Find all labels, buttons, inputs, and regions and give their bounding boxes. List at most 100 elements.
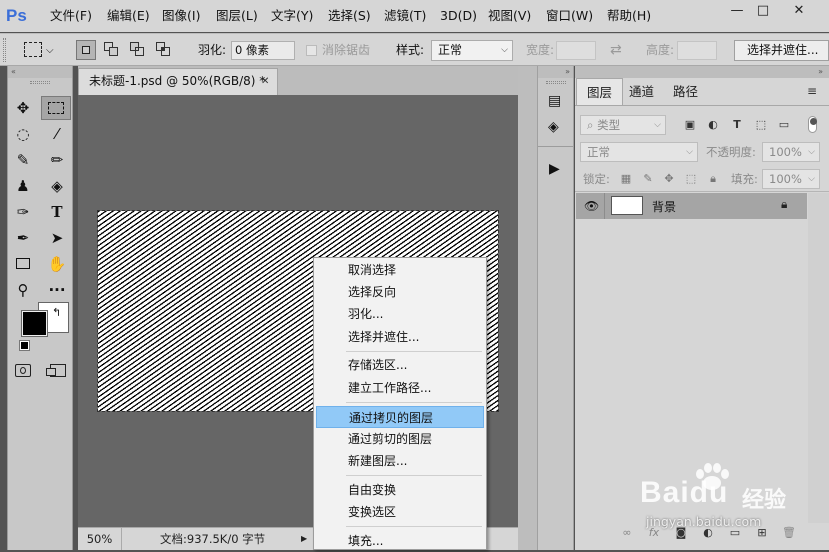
menu-item-transform-selection[interactable]: 变换选区 [316, 501, 484, 523]
smart-object-filter-icon[interactable]: ▭ [777, 118, 791, 132]
zoom-level[interactable]: 50% [78, 528, 122, 550]
brush-icon[interactable]: ✏ [46, 149, 68, 171]
options-grip [3, 38, 6, 62]
new-selection-icon[interactable] [76, 40, 96, 60]
menu-type[interactable]: 文字(Y) [271, 0, 313, 32]
adjustment-filter-icon[interactable]: ◐ [706, 118, 720, 132]
move-icon[interactable]: ✥ [12, 97, 34, 119]
feather-input[interactable]: 0 像素 [231, 41, 295, 60]
menu-item-feather[interactable]: 羽化... [316, 303, 484, 325]
screen-mode-icon[interactable] [46, 364, 66, 377]
history-brush-icon[interactable]: ✑ [12, 201, 34, 223]
stamp-icon[interactable]: ♟ [12, 175, 34, 197]
baidu-watermark: Baidu 经验 jingyan.baidu.com [640, 462, 820, 536]
layer-thumbnail [611, 196, 643, 215]
chevron-down-icon[interactable]: ⌵ [46, 34, 54, 67]
pen-icon[interactable]: ✒ [12, 227, 34, 249]
search-icon: ⌕ [587, 118, 594, 132]
rectangle-icon[interactable] [12, 253, 34, 275]
menu-select[interactable]: 选择(S) [328, 0, 371, 32]
marquee-preset-icon[interactable] [24, 42, 42, 57]
menu-item-new-layer[interactable]: 新建图层... [316, 450, 484, 472]
lock-pixels-icon[interactable]: ✎ [641, 172, 655, 186]
collapse-icon[interactable]: » [538, 66, 573, 78]
blend-mode-select[interactable]: 正常 ⌵ [580, 142, 698, 162]
actions-play-icon[interactable]: ▶ [549, 161, 560, 177]
tab-layers[interactable]: 图层 [576, 78, 624, 105]
lasso-icon[interactable]: ◌ [12, 123, 34, 145]
magic-wand-icon[interactable]: ⁄ [46, 123, 68, 145]
foreground-color-swatch[interactable] [21, 310, 48, 337]
select-and-mask-button[interactable]: 选择并遮住... [734, 40, 829, 61]
marquee-icon[interactable] [41, 96, 71, 120]
quick-mask-icon[interactable] [15, 364, 31, 377]
lock-position-icon[interactable]: ✥ [662, 172, 676, 186]
document-tab[interactable]: 未标题-1.psd @ 50%(RGB/8) * ✕ [78, 68, 278, 95]
menu-filter[interactable]: 滤镜(T) [384, 0, 426, 32]
menu-separator [346, 402, 482, 403]
close-button[interactable]: ✕ [784, 0, 814, 22]
layer-row-background[interactable]: 👁︎ 背景 🔒︎ [576, 193, 807, 219]
menu-item-free-transform[interactable]: 自由变换 [316, 479, 484, 501]
panel-menu-icon[interactable]: ≡ [807, 84, 817, 98]
menu-view[interactable]: 视图(V) [488, 0, 531, 32]
layer-filter-select[interactable]: ⌕ 类型 ⌵ [580, 115, 666, 135]
menu-item-select-and-mask[interactable]: 选择并遮住... [316, 326, 484, 348]
subtract-selection-icon[interactable] [128, 40, 148, 60]
canvas-scrollbar[interactable] [518, 66, 537, 550]
default-colors-icon[interactable] [19, 340, 30, 351]
menu-edit[interactable]: 编辑(E) [107, 0, 150, 32]
chevron-down-icon: ⌵ [501, 45, 508, 55]
maximize-button[interactable]: □ [748, 0, 778, 22]
layer-name[interactable]: 背景 [652, 198, 676, 215]
intersect-selection-icon[interactable] [154, 40, 174, 60]
watermark-url: jingyan.baidu.com [646, 514, 762, 529]
add-selection-icon[interactable] [102, 40, 122, 60]
menu-window[interactable]: 窗口(W) [546, 0, 593, 32]
lock-transparent-icon[interactable]: ▦ [619, 172, 633, 186]
lock-artboard-icon[interactable]: ⬚ [684, 172, 698, 186]
style-select[interactable]: 正常 ⌵ [431, 40, 513, 61]
opacity-input[interactable]: 100% ⌵ [762, 142, 820, 162]
menu-item-layer-via-cut[interactable]: 通过剪切的图层 [316, 428, 484, 450]
fill-input[interactable]: 100% ⌵ [762, 169, 820, 189]
path-selection-icon[interactable]: ➤ [46, 227, 68, 249]
type-filter-icon[interactable]: T [730, 118, 744, 132]
pixel-filter-icon[interactable]: ▣ [683, 118, 697, 132]
menu-layer[interactable]: 图层(L) [216, 0, 258, 32]
swap-colors-icon[interactable]: ↰ [52, 306, 61, 319]
menu-help[interactable]: 帮助(H) [607, 0, 651, 32]
lock-icon: 🔒︎ [781, 197, 788, 211]
collapse-icon[interactable]: » [575, 66, 829, 78]
menu-image[interactable]: 图像(I) [162, 0, 200, 32]
menu-item-fill[interactable]: 填充... [316, 530, 484, 552]
eye-icon[interactable]: 👁︎ [584, 199, 599, 213]
antialias-checkbox[interactable] [306, 45, 317, 56]
tab-channels[interactable]: 通道 [619, 78, 664, 105]
type-icon[interactable]: T [46, 201, 68, 223]
eyedropper-icon[interactable]: ✎ [12, 149, 34, 171]
hand-icon[interactable]: ✋ [46, 253, 68, 275]
menu-item-inverse[interactable]: 选择反向 [316, 281, 484, 303]
menu-file[interactable]: 文件(F) [50, 0, 92, 32]
menu-3d[interactable]: 3D(D) [440, 0, 477, 32]
document-info: 文档:937.5K/0 字节 [160, 532, 266, 546]
tab-paths[interactable]: 路径 [663, 78, 708, 105]
menu-item-layer-via-copy[interactable]: 通过拷贝的图层 [316, 406, 484, 428]
lock-all-icon[interactable]: 🔒︎ [706, 172, 720, 186]
more-tools-icon[interactable]: ··· [46, 279, 68, 301]
close-tab-icon[interactable]: ✕ [261, 69, 269, 94]
collapse-icon[interactable]: « [8, 66, 72, 78]
eraser-icon[interactable]: ◈ [46, 175, 68, 197]
link-layers-icon[interactable]: ∞ [620, 526, 634, 540]
filter-toggle[interactable] [808, 116, 817, 133]
menu-item-save-selection[interactable]: 存储选区... [316, 354, 484, 376]
menu-item-make-work-path[interactable]: 建立工作路径... [316, 377, 484, 399]
shape-filter-icon[interactable]: ⬚ [754, 118, 768, 132]
zoom-icon[interactable]: ⚲ [12, 279, 34, 301]
status-arrow-icon[interactable]: ▶ [301, 528, 307, 550]
history-panel-icon[interactable]: ▤ [548, 93, 561, 109]
toolbox-grip [30, 81, 50, 84]
3d-panel-icon[interactable]: ◈ [548, 119, 559, 135]
menu-item-deselect[interactable]: 取消选择 [316, 259, 484, 281]
